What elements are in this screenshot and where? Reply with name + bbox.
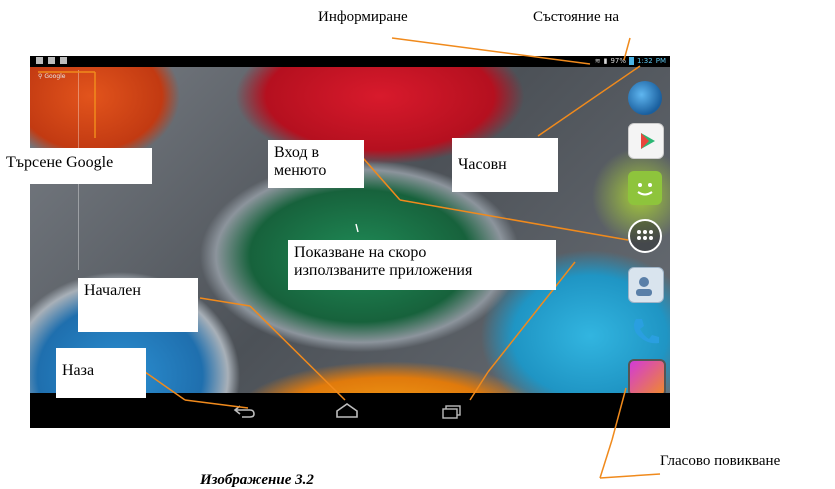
label-home: Начален	[78, 278, 198, 332]
label-status: Състояние на	[533, 9, 620, 25]
label-menu-line2: менюто	[274, 162, 327, 179]
label-recent-line2: използваните приложения	[294, 262, 473, 279]
label-menu: Вход в менюто	[268, 140, 364, 188]
label-menu-line1: Вход в	[274, 144, 320, 161]
label-voice-call: Гласово повикване	[660, 453, 781, 469]
label-google-search: Търсене Google	[0, 148, 152, 184]
label-clock: Часовн	[452, 138, 558, 192]
label-recent-apps: Показване на скоро използваните приложен…	[288, 240, 556, 290]
label-back: Наза	[56, 348, 146, 398]
label-recent-line1: Показване на скоро	[294, 244, 427, 261]
label-information: Информиране	[318, 9, 408, 25]
